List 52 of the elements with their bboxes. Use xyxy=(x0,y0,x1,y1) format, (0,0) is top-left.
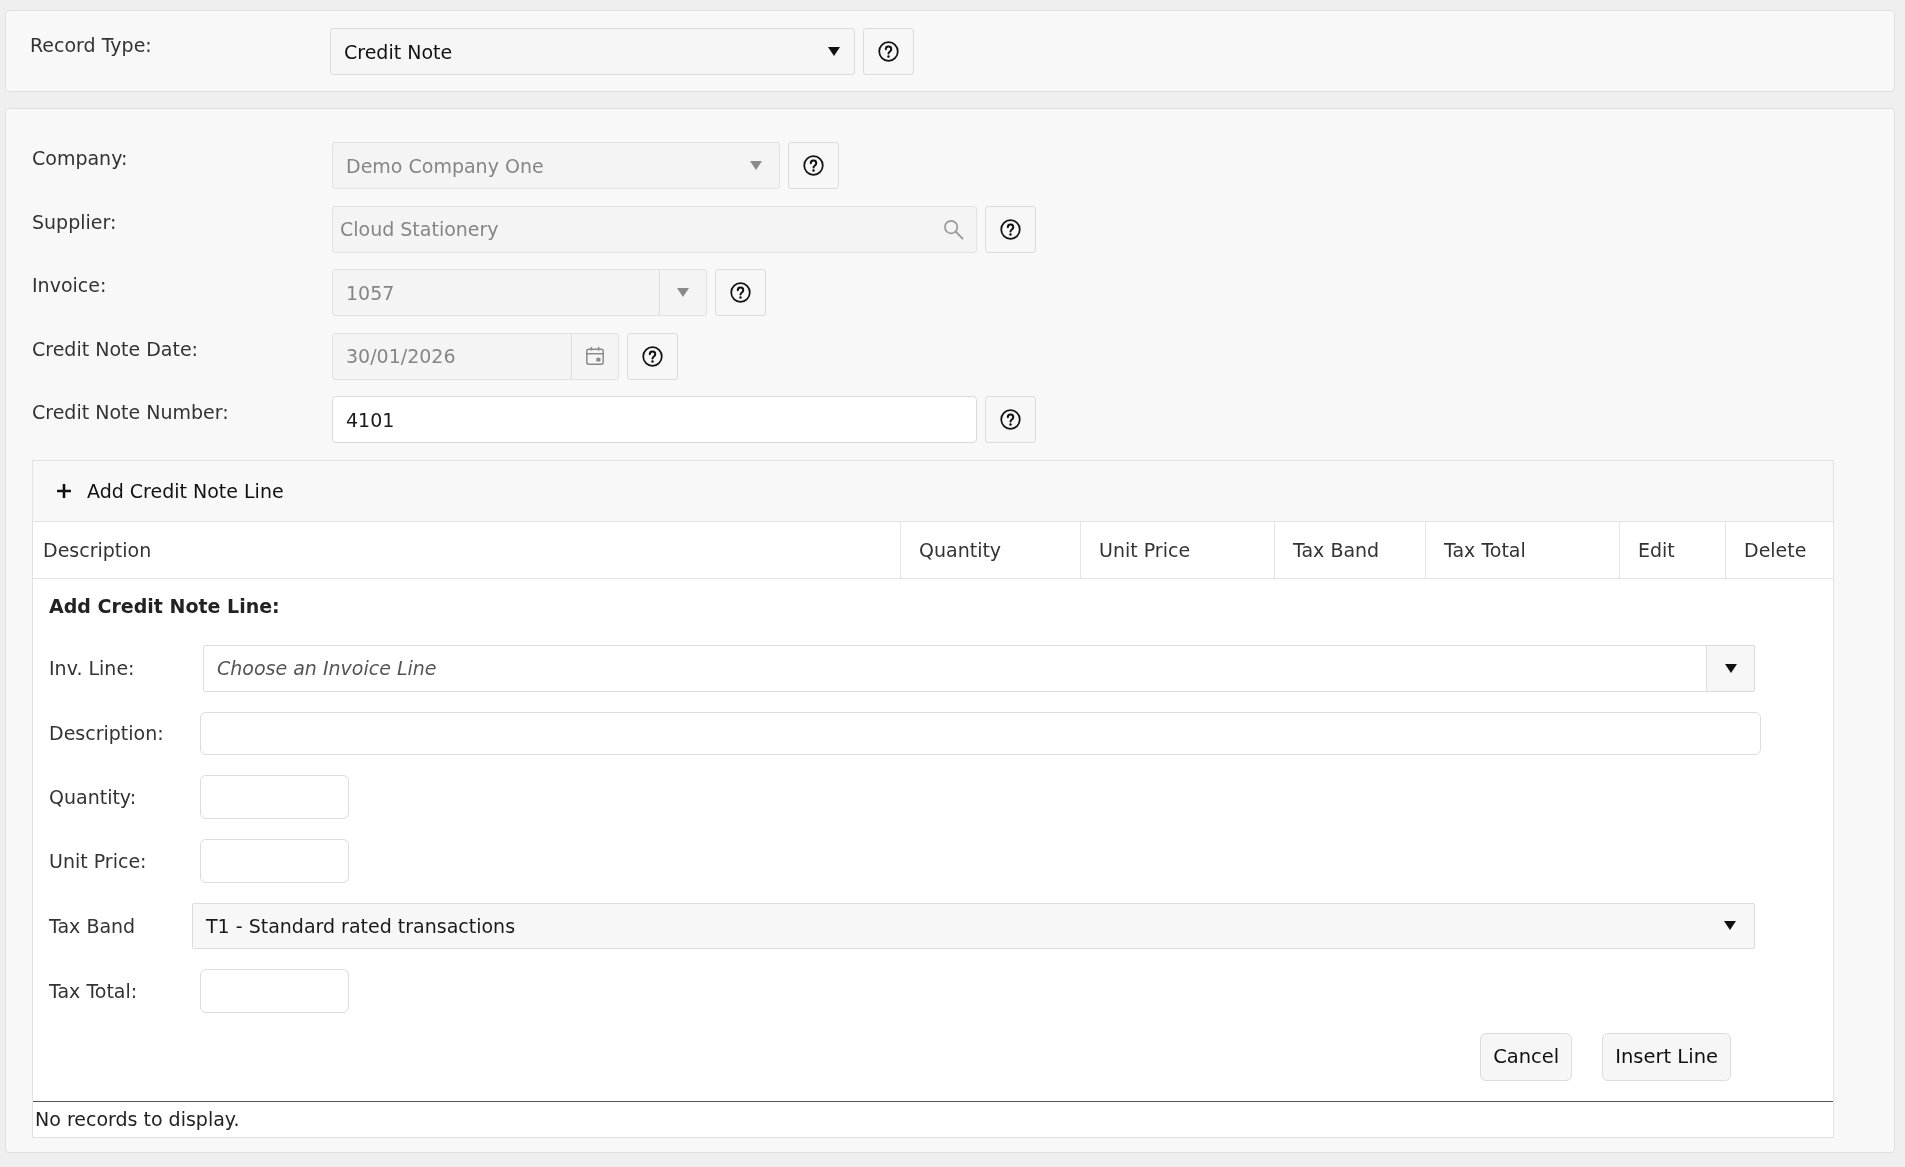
help-button[interactable] xyxy=(627,332,678,380)
column-header: Edit xyxy=(1619,521,1725,578)
field-label: Description: xyxy=(49,722,165,744)
caret-icon xyxy=(1724,921,1736,930)
input-field[interactable] xyxy=(200,711,1761,755)
help-icon xyxy=(642,345,663,367)
help-icon xyxy=(1000,218,1021,240)
action-button[interactable]: Insert Line xyxy=(1602,1032,1731,1081)
search-icon xyxy=(943,218,964,240)
input-field[interactable] xyxy=(200,968,349,1013)
input-field[interactable]: 4101 xyxy=(332,396,977,443)
input-field[interactable] xyxy=(200,838,349,883)
input-field[interactable] xyxy=(200,774,349,819)
calendar-icon xyxy=(585,346,605,366)
caret-icon xyxy=(1724,663,1737,673)
column-header: Quantity xyxy=(900,521,1080,578)
help-button[interactable] xyxy=(985,205,1036,253)
help-button[interactable] xyxy=(788,142,839,189)
column-header: Unit Price xyxy=(1080,521,1274,578)
help-icon xyxy=(803,155,824,176)
caret-icon xyxy=(750,161,762,170)
field-label: Unit Price: xyxy=(49,849,148,872)
action-button[interactable]: Cancel xyxy=(1480,1032,1573,1081)
column-header: Delete xyxy=(1725,521,1833,578)
help-button[interactable] xyxy=(863,28,914,75)
help-icon xyxy=(730,282,751,303)
column-header: Tax Total xyxy=(1425,521,1619,578)
dropdown[interactable]: T1 - Standard rated transactions xyxy=(192,902,1755,949)
field-label: Inv. Line: xyxy=(49,657,136,679)
dropdown[interactable]: Credit Note xyxy=(330,28,855,75)
field-label: Company: xyxy=(32,146,129,170)
column-header: Description xyxy=(42,537,153,563)
empty-message: No records to display. xyxy=(33,1100,1833,1137)
field-label: Tax Band xyxy=(49,914,137,937)
column-header: Tax Band xyxy=(1274,521,1425,578)
field-label: Supplier: xyxy=(32,209,118,234)
field-label: Credit Note Number: xyxy=(32,400,230,424)
field-label: Invoice: xyxy=(32,273,108,297)
help-button[interactable] xyxy=(715,269,766,316)
plus-icon xyxy=(57,483,71,498)
caret-icon xyxy=(828,47,840,56)
help-icon xyxy=(1000,409,1021,430)
combo-box[interactable]: Choose an Invoice Line xyxy=(203,644,1755,692)
help-icon xyxy=(878,41,899,62)
field-label: Credit Note Date: xyxy=(32,336,199,361)
field-label: Record Type: xyxy=(30,33,153,57)
editor-title: Add Credit Note Line: xyxy=(49,593,281,619)
field-label: Tax Total: xyxy=(49,979,139,1002)
help-button[interactable] xyxy=(985,396,1036,443)
caret-icon xyxy=(677,288,689,297)
add-line-button[interactable]: Add Credit Note Line xyxy=(53,475,288,506)
field-label: Quantity: xyxy=(49,785,138,808)
